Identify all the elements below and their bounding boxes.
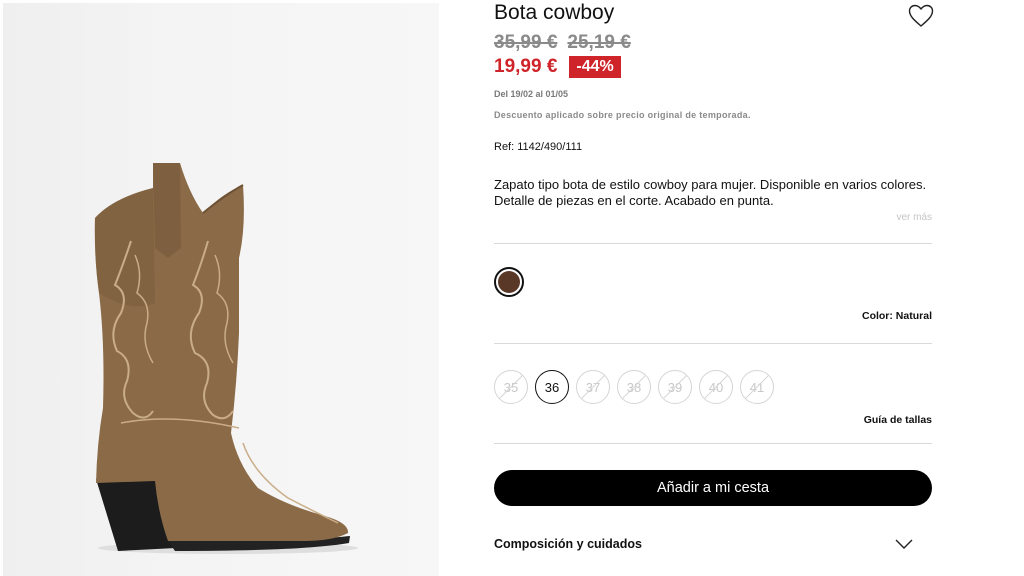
- product-image: [3, 3, 439, 576]
- cowboy-boot-image: [94, 163, 358, 554]
- size-selector: 35 36 37 38 39 40 41: [494, 370, 774, 404]
- see-more-link[interactable]: ver más: [896, 212, 932, 223]
- divider: [494, 443, 932, 444]
- divider: [494, 243, 932, 244]
- divider: [494, 343, 932, 344]
- size-option-38[interactable]: 38: [617, 370, 651, 404]
- original-price-1: 35,99 €: [494, 32, 558, 53]
- size-option-37[interactable]: 37: [576, 370, 610, 404]
- color-label: Color: Natural: [861, 310, 932, 322]
- size-option-35[interactable]: 35: [494, 370, 528, 404]
- original-prices: 35,99 € 25,19 €: [494, 32, 641, 54]
- product-reference: Ref: 1142/490/111: [494, 141, 583, 153]
- chevron-down-icon: [895, 539, 913, 549]
- color-swatch-natural[interactable]: [494, 267, 524, 297]
- composition-care-accordion[interactable]: Composición y cuidados: [494, 533, 932, 557]
- size-option-41[interactable]: 41: [740, 370, 774, 404]
- promo-dates: Del 19/02 al 01/05: [494, 89, 569, 99]
- add-to-cart-button[interactable]: Añadir a mi cesta: [494, 470, 932, 506]
- price-row: 19,99 € -44%: [494, 56, 621, 78]
- color-swatch-fill: [498, 271, 520, 293]
- discount-badge: -44%: [569, 56, 621, 78]
- product-info-panel: Bota cowboy 35,99 €25,19 € 19,99 € -44% …: [494, 0, 934, 576]
- product-description: Zapato tipo bota de estilo cowboy para m…: [494, 177, 927, 208]
- heart-icon[interactable]: [908, 4, 934, 28]
- product-title: Bota cowboy: [494, 1, 615, 24]
- size-option-39[interactable]: 39: [658, 370, 692, 404]
- discount-note: Descuento aplicado sobre precio original…: [494, 110, 751, 120]
- size-option-36[interactable]: 36: [535, 370, 569, 404]
- sale-price: 19,99 €: [494, 56, 558, 77]
- size-guide-link[interactable]: Guía de tallas: [864, 414, 932, 426]
- original-price-2: 25,19 €: [567, 32, 631, 53]
- size-option-40[interactable]: 40: [699, 370, 733, 404]
- accordion-label: Composición y cuidados: [494, 537, 642, 551]
